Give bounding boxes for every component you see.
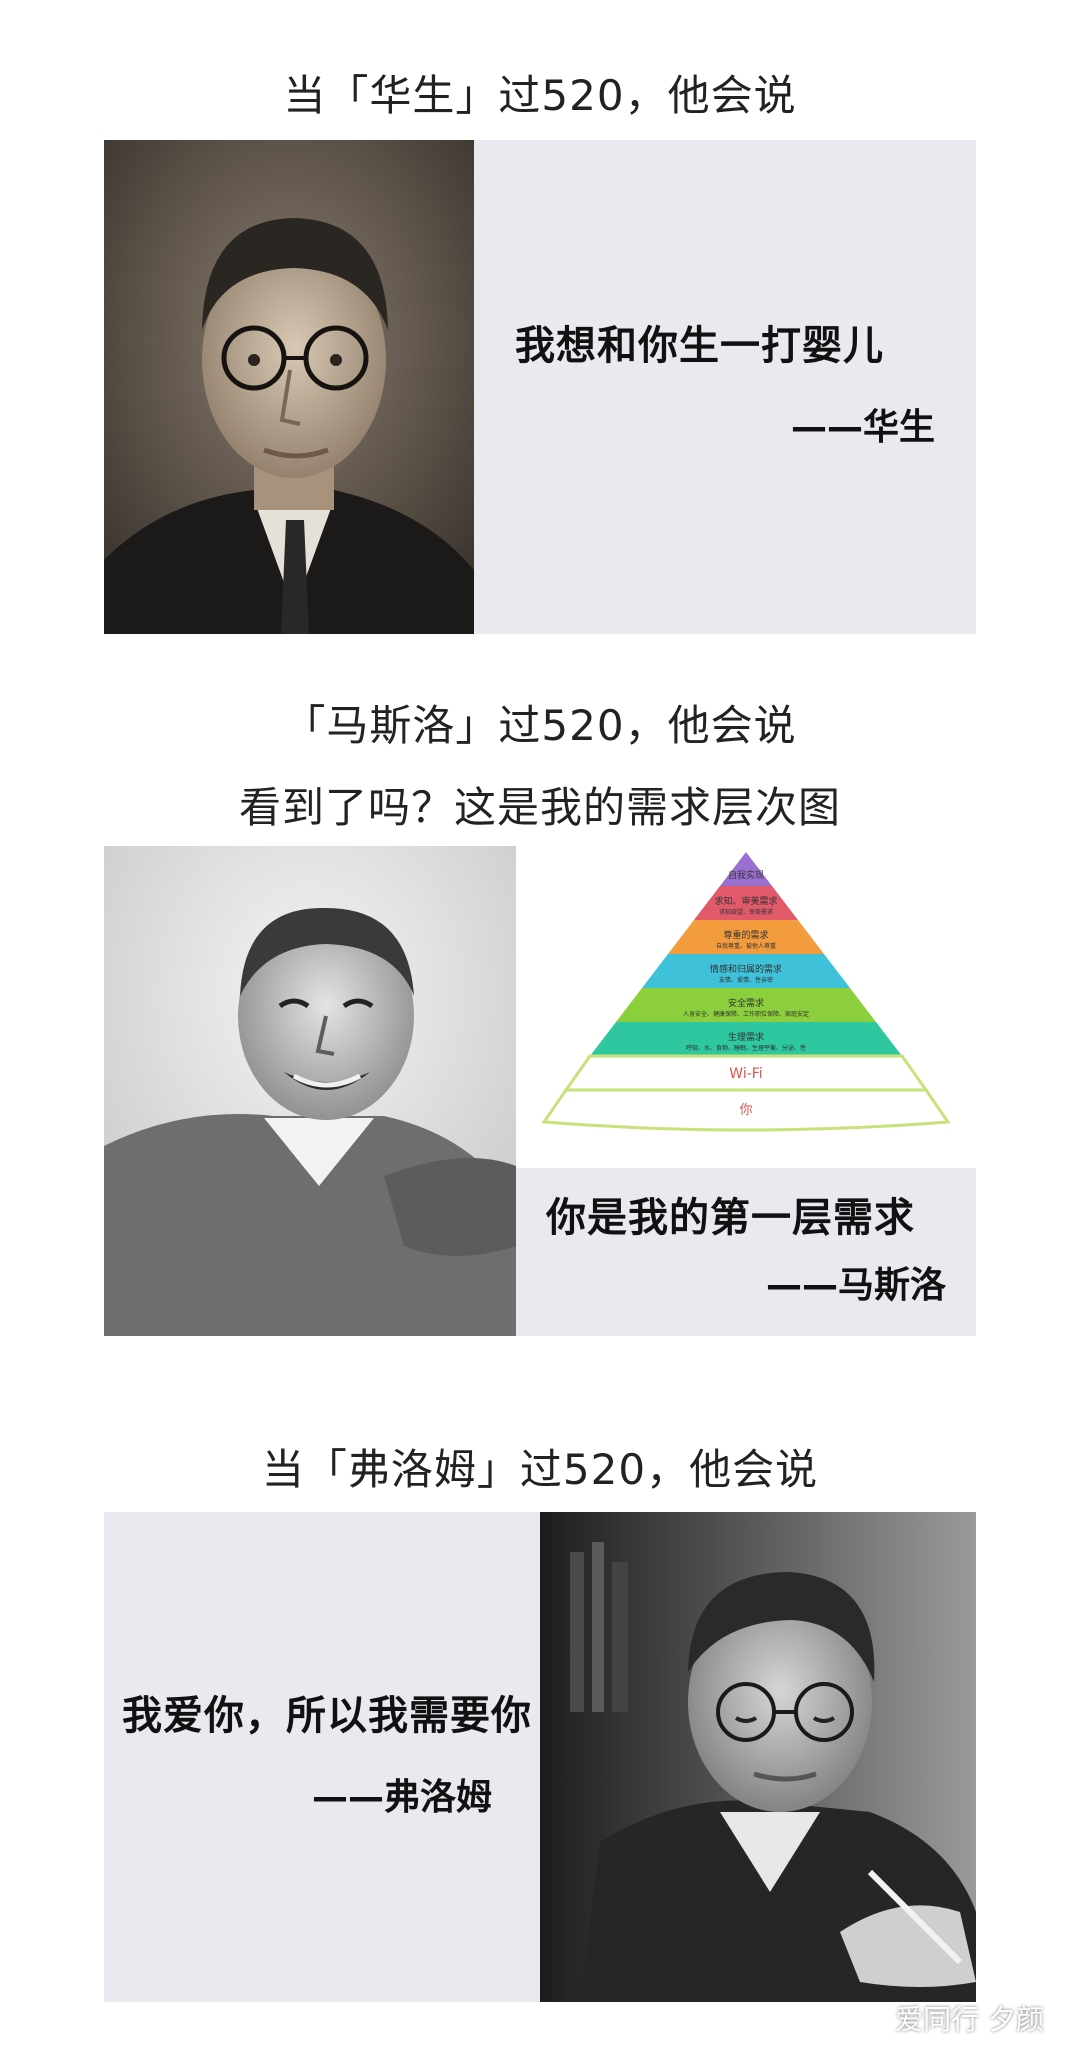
maslow-quote: 你是我的第一层需求 bbox=[546, 1195, 915, 1241]
pyramid-level-2-sub: 求知欲望、审美需求 bbox=[719, 908, 773, 916]
fromm-photo bbox=[540, 1512, 976, 2002]
wechat-icon bbox=[849, 2003, 885, 2033]
watermark-text: 爱同行 夕颜 bbox=[895, 2003, 1044, 2036]
watson-quote-box: 我想和你生一打婴儿 ——华生 bbox=[474, 140, 976, 634]
pyramid-level-1: 自我实现 bbox=[728, 869, 764, 881]
fromm-author: ——弗洛姆 bbox=[311, 1777, 492, 1818]
panel-maslow: 自我实现 求知、审美需求 求知欲望、审美需求 尊重的需求 自我尊重、被他人尊重 … bbox=[104, 846, 976, 1336]
maslow-quote-box: 你是我的第一层需求 ——马斯洛 bbox=[516, 1168, 976, 1336]
watermark: 爱同行 夕颜 bbox=[849, 1998, 1044, 2038]
caption-maslow-pyramid: 看到了吗？这是我的需求层次图 bbox=[238, 783, 841, 832]
pyramid-level-4: 情感和归属的需求 bbox=[710, 963, 782, 975]
pyramid-level-5: 安全需求 bbox=[728, 997, 764, 1009]
watson-author: ——华生 bbox=[790, 407, 935, 448]
caption-watson: 当「华生」过520，他会说 bbox=[283, 71, 797, 120]
fromm-quote-box: 我爱你，所以我需要你 ——弗洛姆 bbox=[104, 1512, 540, 2002]
pyramid-level-3: 尊重的需求 bbox=[723, 929, 768, 941]
watson-quote: 我想和你生一打婴儿 bbox=[515, 323, 884, 369]
pyramid-level-5-sub: 人身安全、健康保障、工作职位保障、家庭安定 bbox=[683, 1010, 809, 1018]
panel-fromm: 我爱你，所以我需要你 ——弗洛姆 bbox=[104, 1512, 976, 2002]
maslow-photo bbox=[104, 846, 516, 1336]
panel-watson: 我想和你生一打婴儿 ——华生 bbox=[104, 140, 976, 634]
fromm-quote: 我爱你，所以我需要你 bbox=[122, 1693, 532, 1739]
pyramid-level-6: 生理需求 bbox=[728, 1031, 764, 1043]
fromm-portrait-illustration bbox=[540, 1512, 976, 2002]
pyramid-level-6-sub: 呼吸、水、食物、睡眠、生理平衡、分泌、性 bbox=[686, 1044, 806, 1052]
pyramid-level-3-sub: 自我尊重、被他人尊重 bbox=[716, 942, 776, 950]
caption-fromm: 当「弗洛姆」过520，他会说 bbox=[261, 1445, 819, 1494]
pyramid-level-2: 求知、审美需求 bbox=[714, 895, 777, 907]
maslow-author: ——马斯洛 bbox=[765, 1265, 946, 1306]
caption-maslow: 「马斯洛」过520，他会说 bbox=[283, 701, 797, 750]
watson-photo bbox=[104, 140, 474, 634]
need-hierarchy-pyramid: 自我实现 求知、审美需求 求知欲望、审美需求 尊重的需求 自我尊重、被他人尊重 … bbox=[541, 852, 951, 1132]
pyramid-level-you: 你 bbox=[739, 1103, 752, 1118]
pyramid-area: 自我实现 求知、审美需求 求知欲望、审美需求 尊重的需求 自我尊重、被他人尊重 … bbox=[516, 846, 976, 1168]
watson-portrait-illustration bbox=[104, 140, 474, 634]
maslow-portrait-illustration bbox=[104, 846, 516, 1336]
pyramid-level-wifi: Wi-Fi bbox=[729, 1066, 762, 1082]
pyramid-level-4-sub: 友情、爱情、性亲密 bbox=[719, 976, 773, 984]
